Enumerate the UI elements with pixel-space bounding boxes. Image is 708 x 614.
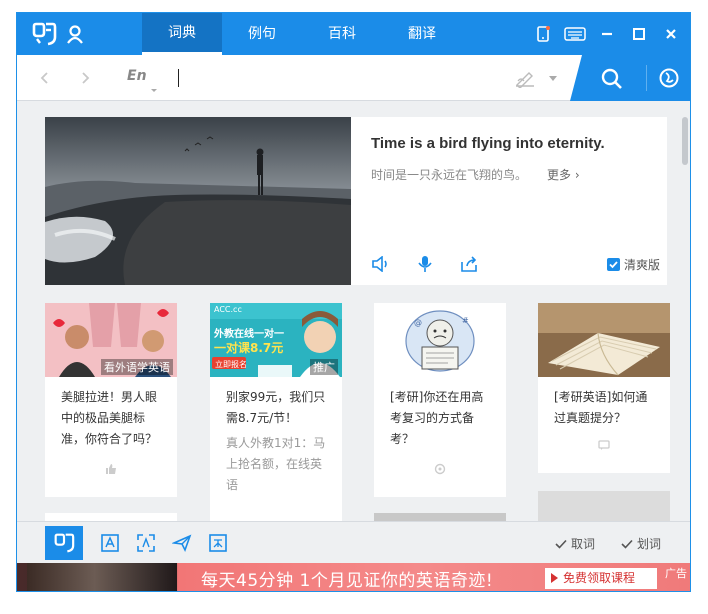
ad-badge: 推广 xyxy=(310,359,338,375)
search-button-area xyxy=(570,55,690,101)
article-title: 别家99元，我们只需8.7元/节！ xyxy=(226,390,326,425)
microphone-icon[interactable] xyxy=(415,254,435,274)
document-translate-icon[interactable] xyxy=(205,530,231,556)
ad-thumb-price: 一对课8.7元 xyxy=(214,341,284,355)
thumbs-up-icon[interactable] xyxy=(105,463,117,475)
title-bar: 词典 例句 百科 翻译 xyxy=(17,13,690,55)
home-tool-icon[interactable] xyxy=(45,526,83,560)
search-icon[interactable] xyxy=(600,67,624,91)
web-search-icon[interactable] xyxy=(658,67,680,89)
sentence-actions xyxy=(371,254,479,274)
tab-encyclopedia[interactable]: 百科 xyxy=(302,13,382,55)
article-card[interactable]: [考研英语]如何通过真题提分？ xyxy=(538,303,670,473)
ad-banner-text: 每天45分钟 1个月见证你的英语奇迹! xyxy=(201,571,494,591)
daily-sentence-english: Time is a bird flying into eternity. xyxy=(371,135,605,152)
more-link[interactable]: 更多 › xyxy=(547,166,580,183)
lite-mode-label: 清爽版 xyxy=(624,258,661,272)
youdao-logo-icon[interactable] xyxy=(31,22,57,46)
app-window: 词典 例句 百科 翻译 En Time is a bird flying int… xyxy=(16,12,691,592)
word-capture-toggle[interactable]: 取词 xyxy=(555,535,595,552)
article-meta xyxy=(538,439,670,454)
article-title: [考研英语]如何通过真题提分？ xyxy=(554,390,648,425)
scrollbar-thumb[interactable] xyxy=(682,117,688,165)
search-input[interactable] xyxy=(177,63,497,93)
daily-sentence-chinese: 时间是一只永远在飞翔的鸟。 xyxy=(371,168,528,182)
article-meta xyxy=(374,463,506,478)
word-select-toggle[interactable]: 划词 xyxy=(621,535,661,552)
wordbook-icon[interactable] xyxy=(97,530,123,556)
send-icon[interactable] xyxy=(169,530,195,556)
text-cursor xyxy=(178,69,179,87)
language-toggle[interactable]: En xyxy=(127,68,147,84)
tab-dictionary[interactable]: 词典 xyxy=(142,13,222,55)
article-title: [考研]你还在用高考复习的方式备考？ xyxy=(390,390,484,446)
handwriting-caret-icon[interactable] xyxy=(549,76,557,81)
ad-banner-button[interactable]: 免费领取课程 xyxy=(545,568,657,589)
share-icon[interactable] xyxy=(459,254,479,274)
daily-sentence-card: Time is a bird flying into eternity. 时间是… xyxy=(45,117,667,285)
comment-icon xyxy=(598,440,610,450)
article-summary: 真人外教1对1：马上抢名额，在线英语 xyxy=(226,436,326,492)
user-icon[interactable] xyxy=(65,24,85,44)
check-icon xyxy=(621,539,633,549)
article-thumbnail xyxy=(538,303,670,377)
search-bar: En xyxy=(17,55,690,101)
minimize-icon[interactable] xyxy=(596,23,618,45)
screenshot-translate-icon[interactable] xyxy=(133,530,159,556)
mobile-icon[interactable] xyxy=(532,23,554,45)
lite-mode-checkbox[interactable] xyxy=(607,258,620,271)
article-card[interactable]: ACC.cc 外教在线一对一 一对课8.7元 立即报名 推广 别家99元，我们只… xyxy=(210,303,342,521)
bottom-toolbar: 取词 划词 xyxy=(17,521,690,563)
word-select-label: 划词 xyxy=(637,537,662,551)
tab-examples[interactable]: 例句 xyxy=(222,13,302,55)
keyboard-icon[interactable] xyxy=(564,23,586,45)
ad-banner[interactable]: 每天45分钟 1个月见证你的英语奇迹! 免费领取课程 广告 xyxy=(17,563,690,591)
article-card[interactable]: 看外语学英语 美腿拉进！男人眼中的极品美腿标准，你符合了吗？ xyxy=(45,303,177,497)
article-card-partial xyxy=(538,491,670,523)
article-thumbnail: ACC.cc 外教在线一对一 一对课8.7元 立即报名 推广 xyxy=(210,303,342,377)
article-thumbnail: 看外语学英语 xyxy=(45,303,177,377)
svg-text:#: # xyxy=(462,316,469,325)
daily-sentence-image xyxy=(45,117,351,285)
article-meta xyxy=(45,463,177,478)
check-icon xyxy=(555,539,567,549)
lite-mode-toggle[interactable]: 清爽版 xyxy=(607,256,660,273)
window-controls xyxy=(532,13,682,55)
article-title: 美腿拉进！男人眼中的极品美腿标准，你符合了吗？ xyxy=(61,390,158,446)
ad-thumb-cta: 立即报名 xyxy=(215,360,247,369)
article-card[interactable]: @ # [考研]你还在用高考复习的方式备考？ xyxy=(374,303,506,497)
ad-label[interactable]: 广告 xyxy=(665,565,687,581)
svg-text:@: @ xyxy=(414,318,422,327)
ad-thumb-brand: ACC.cc xyxy=(214,305,242,314)
tab-translate[interactable]: 翻译 xyxy=(382,13,462,55)
search-divider xyxy=(646,65,647,91)
ad-banner-photo xyxy=(27,563,177,591)
language-caret-icon xyxy=(151,89,157,92)
main-tabs: 词典 例句 百科 翻译 xyxy=(142,13,462,55)
forward-arrow-icon[interactable] xyxy=(77,70,93,86)
ad-thumb-headline: 外教在线一对一 xyxy=(214,329,284,340)
handwriting-icon[interactable] xyxy=(514,68,536,89)
maximize-icon[interactable] xyxy=(628,23,650,45)
article-badge: 看外语学英语 xyxy=(101,359,173,375)
speaker-icon[interactable] xyxy=(371,254,391,274)
close-icon[interactable] xyxy=(660,23,682,45)
article-thumbnail: @ # xyxy=(374,303,506,377)
word-capture-label: 取词 xyxy=(571,537,596,551)
view-icon xyxy=(434,463,446,475)
back-arrow-icon[interactable] xyxy=(37,70,53,86)
